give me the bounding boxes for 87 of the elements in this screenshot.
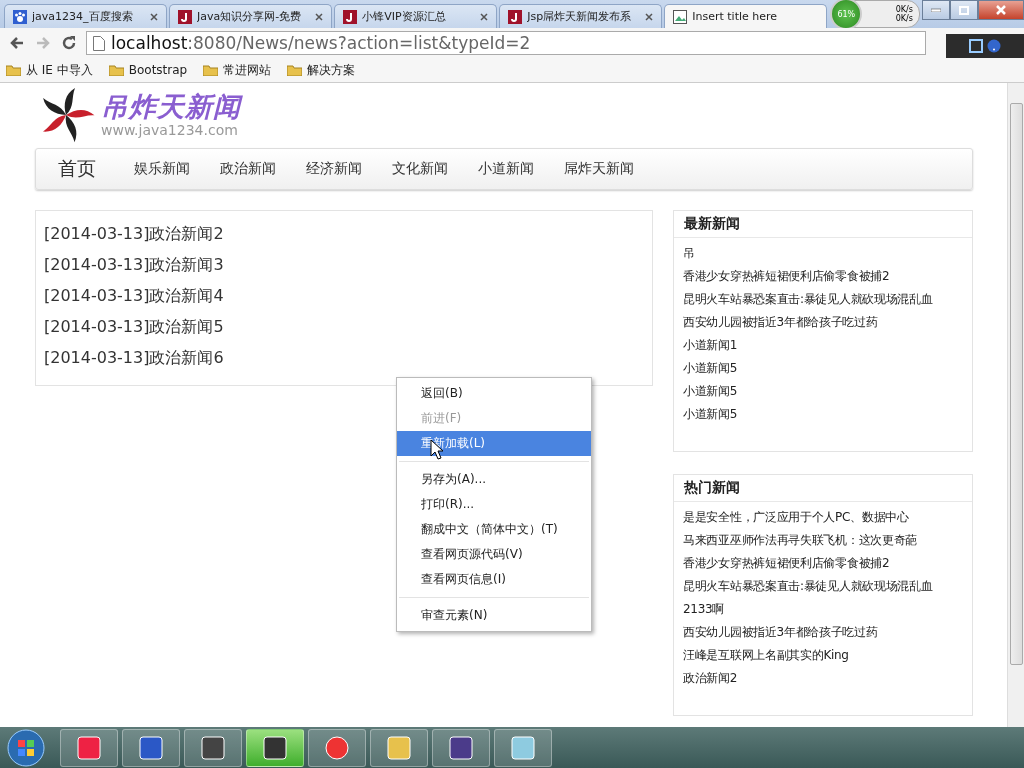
letter-icon [178,9,193,24]
download-rate: 0K/s [894,14,914,23]
menu-item[interactable]: 打印(R)... [397,492,591,517]
page-icon [93,35,105,51]
close-icon [995,4,1007,16]
home-link[interactable]: 首页 [58,156,96,182]
close-icon[interactable] [480,12,489,21]
news-link[interactable]: 小道新闻5 [683,405,963,423]
news-link[interactable]: 2133啊 [683,600,963,618]
bookmark-label: 常进网站 [223,61,272,79]
bookmark[interactable]: 常进网站 [203,61,272,79]
bookmark[interactable]: 解决方案 [287,61,356,79]
nav-link[interactable]: 娱乐新闻 [134,160,190,178]
scrollbar[interactable] [1007,83,1024,727]
news-link[interactable]: 政治新闻2 [683,669,963,687]
panel-title: 热门新闻 [674,475,972,502]
news-link[interactable]: 小道新闻5 [683,359,963,377]
browser-tab[interactable]: 小锋VIP资源汇总 [334,4,498,28]
folder-icon [6,64,21,76]
news-link[interactable]: 香港少女穿热裤短裙便利店偷零食被捕2 [683,267,963,285]
browser-tab[interactable]: java1234_百度搜索 [4,4,168,28]
minimize-icon [931,8,941,12]
bookmark-label: 从 IE 中导入 [26,61,93,79]
folder-icon [287,64,303,76]
bookmark[interactable]: 从 IE 中导入 [6,61,93,79]
news-link[interactable]: [2014-03-13]政治新闻5 [44,316,644,337]
logo-subtitle: www.java1234.com [101,122,239,138]
menu-item[interactable]: 查看网页信息(I) [397,567,591,592]
usage-gauge: 61% [830,0,863,30]
nav-link[interactable]: 经济新闻 [306,160,362,178]
browser-tab[interactable]: Jsp屌炸天新闻发布系 [499,4,663,28]
maximize-button[interactable] [950,0,978,20]
paw-icon [13,9,27,24]
menu-item[interactable]: 另存为(A)... [397,467,591,492]
minimize-button[interactable] [922,0,950,20]
help-icon[interactable] [987,39,1001,53]
taskbar-button[interactable] [432,728,490,767]
start-icon[interactable] [6,727,46,768]
address-field[interactable]: localhost:8080/News/news?action=list&typeId=2 [86,31,926,55]
letter-icon [508,9,523,24]
window-icon[interactable] [969,39,983,53]
close-icon[interactable] [150,12,159,21]
nav-link[interactable]: 政治新闻 [220,160,276,178]
browser-tab[interactable]: Java知识分享网-免费 [169,4,333,28]
folder-icon [108,64,124,76]
news-link[interactable]: 昆明火车站暴恐案直击:暴徒见人就砍现场混乱血 [683,290,963,308]
bookmark[interactable]: Bootstrap [108,63,188,77]
nav-link[interactable]: 屌炸天新闻 [564,160,634,178]
nav-link[interactable]: 文化新闻 [392,160,448,178]
taskbar-button[interactable] [246,728,304,767]
browser-tab[interactable]: Insert title here [664,4,828,28]
news-link[interactable]: 小道新闻1 [683,336,963,354]
app-icon[interactable] [200,734,226,761]
nav-link[interactable]: 小道新闻 [478,160,534,178]
image-icon [673,9,688,24]
news-link[interactable]: 小道新闻5 [683,382,963,400]
news-link[interactable]: 是是安全性，广泛应用于个人PC、数据中心 [683,508,963,526]
bookmark-label: Bootstrap [128,63,188,77]
app-icon[interactable] [262,734,288,761]
news-link[interactable]: [2014-03-13]政治新闻6 [44,347,644,368]
bookmark-label: 解决方案 [307,61,356,79]
upload-rate: 0K/s [894,5,914,14]
news-link[interactable]: 昆明火车站暴恐案直击:暴徒见人就砍现场混乱血 [683,577,963,595]
close-icon[interactable] [315,12,324,21]
close-icon[interactable] [645,12,654,21]
maximize-icon [959,5,969,15]
menu-item[interactable]: 翻成中文（简体中文）(T) [397,517,591,542]
app-icon[interactable] [448,734,474,761]
reload-icon[interactable] [60,34,78,52]
news-link[interactable]: 汪峰是互联网上名副其实的King [683,646,963,664]
news-link[interactable]: 香港少女穿热裤短裙便利店偷零食被捕2 [683,554,963,572]
news-link[interactable]: [2014-03-13]政治新闻2 [44,223,644,244]
menu-item[interactable]: 审查元素(N) [397,603,591,628]
letter-icon [343,9,358,24]
logo-title: 吊炸天新闻 [101,92,241,122]
news-link[interactable]: 西安幼儿园被指近3年都给孩子吃过药 [683,313,963,331]
menu-item[interactable]: 返回(B) [397,381,591,406]
news-link[interactable]: 马来西亚巫师作法再寻失联飞机：这次更奇葩 [683,531,963,549]
news-link[interactable]: [2014-03-13]政治新闻4 [44,285,644,306]
panel-title: 最新新闻 [674,211,972,238]
taskbar-button[interactable] [184,728,242,767]
folder-icon [203,64,219,76]
news-link[interactable]: 吊 [683,244,963,262]
menu-item[interactable]: 查看网页源代码(V) [397,542,591,567]
news-link[interactable]: [2014-03-13]政治新闻3 [44,254,644,275]
news-link[interactable]: 西安幼儿园被指近3年都给孩子吃过药 [683,623,963,641]
close-button[interactable] [978,0,1024,20]
